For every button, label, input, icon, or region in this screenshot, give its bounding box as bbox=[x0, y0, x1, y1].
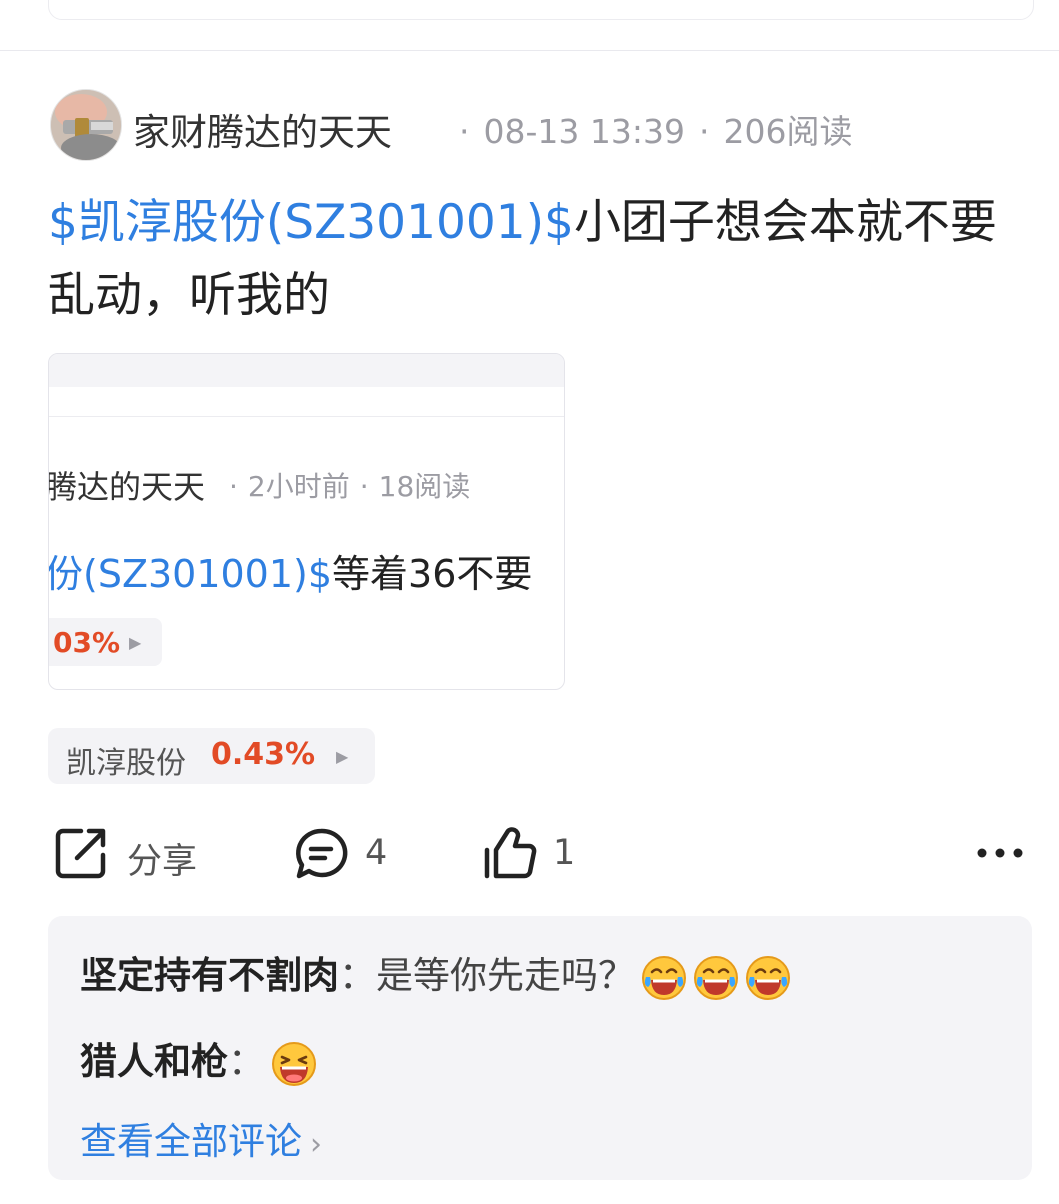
comment-item[interactable]: 猎人和枪： bbox=[80, 1031, 317, 1087]
post-divider bbox=[0, 50, 1059, 51]
laugh-cry-emoji-icon bbox=[694, 955, 738, 1000]
avatar-image bbox=[51, 90, 121, 160]
quoted-reads: 18阅读 bbox=[378, 470, 471, 503]
quoted-header-bar bbox=[49, 354, 564, 387]
author-name[interactable]: 家财腾达的天天 bbox=[133, 102, 392, 156]
grin-emoji-icon bbox=[272, 1041, 316, 1086]
stock-chip-name: 凯淳股份 bbox=[66, 746, 186, 781]
like-icon[interactable] bbox=[482, 826, 538, 882]
quoted-chip-arrow-icon: ▶ bbox=[129, 633, 142, 652]
quoted-stock-tag: 份(SZ301001)$ bbox=[48, 552, 333, 596]
quoted-meta: · 2小时前 · 18阅读 bbox=[229, 470, 471, 503]
share-button[interactable]: 分享 bbox=[127, 833, 197, 884]
share-icon[interactable] bbox=[53, 825, 109, 881]
view-all-label: 查看全部评论 bbox=[80, 1120, 302, 1163]
comment-text: 是等你先走吗？ bbox=[376, 954, 635, 997]
quoted-body: 等着36不要 bbox=[332, 552, 533, 596]
comment-separator: ： bbox=[339, 954, 376, 997]
comment-icon[interactable] bbox=[293, 826, 349, 882]
stock-chip-arrow-icon: ▶ bbox=[336, 747, 349, 766]
quoted-author: 腾达的天天 bbox=[48, 468, 206, 506]
comment-author[interactable]: 猎人和枪 bbox=[80, 1040, 228, 1083]
more-icon[interactable] bbox=[974, 838, 1026, 868]
quoted-chip-value: 03% bbox=[53, 626, 121, 659]
chevron-right-icon: › bbox=[310, 1127, 322, 1162]
view-all-comments-link[interactable]: 查看全部评论 › bbox=[80, 1111, 322, 1165]
laugh-cry-emoji-icon bbox=[746, 955, 790, 1000]
comment-author[interactable]: 坚定持有不割肉 bbox=[80, 954, 339, 997]
comment-item[interactable]: 坚定持有不割肉：是等你先走吗？ bbox=[80, 945, 791, 1001]
post-time: 08-13 13:39 bbox=[483, 112, 685, 151]
comment-count[interactable]: 4 bbox=[365, 833, 387, 873]
like-count[interactable]: 1 bbox=[553, 833, 575, 873]
post-body: $凯淳股份(SZ301001)$小团子想会本就不要乱动，听我的 bbox=[48, 186, 1008, 332]
quoted-divider bbox=[49, 416, 564, 417]
laugh-cry-emoji-icon bbox=[642, 955, 686, 1000]
stock-tag-link[interactable]: $凯淳股份(SZ301001)$ bbox=[48, 195, 574, 250]
post-reads: 206阅读 bbox=[723, 112, 853, 151]
previous-post-card bbox=[48, 0, 1034, 20]
stock-chip-change: 0.43% bbox=[211, 737, 316, 772]
comment-separator: ： bbox=[228, 1040, 265, 1083]
quoted-post-image[interactable]: 腾达的天天 · 2小时前 · 18阅读 份(SZ301001)$等着36不要 03% … bbox=[48, 353, 565, 690]
post-meta: · 08-13 13:39 · 206阅读 bbox=[459, 112, 853, 151]
quoted-text: 份(SZ301001)$等着36不要 bbox=[48, 543, 533, 598]
avatar[interactable] bbox=[50, 89, 122, 161]
quoted-time: 2小时前 bbox=[247, 470, 350, 503]
